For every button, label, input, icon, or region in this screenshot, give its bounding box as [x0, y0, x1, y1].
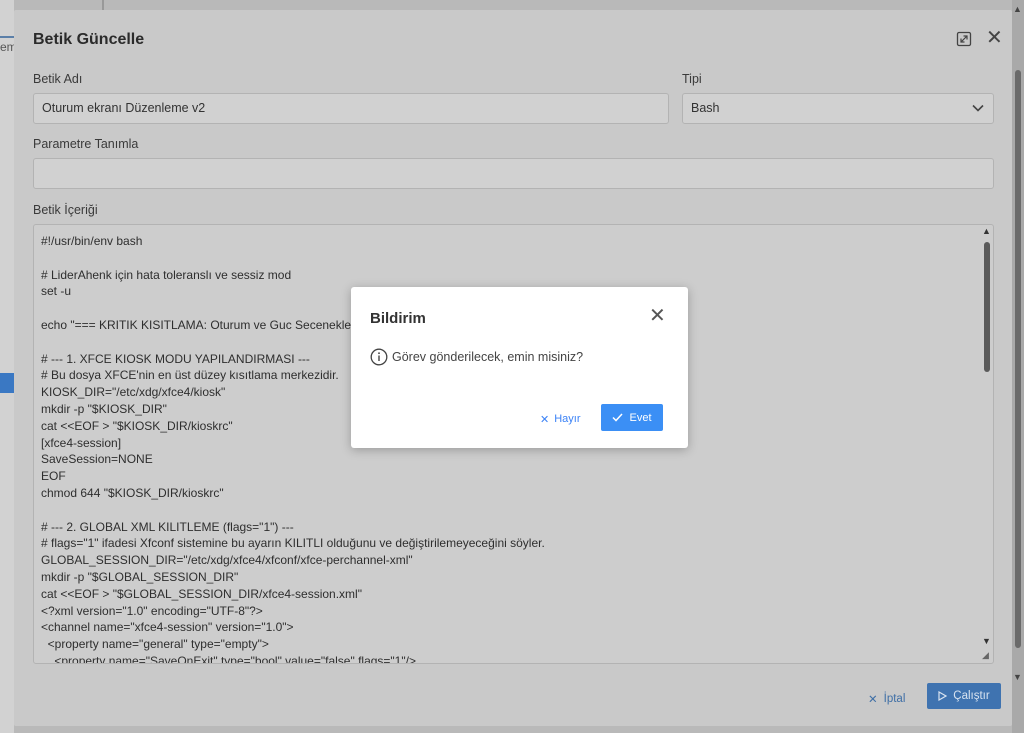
info-icon: [370, 348, 388, 366]
page-scrollbar-thumb[interactable]: [1015, 70, 1021, 648]
resize-handle-icon[interactable]: ◢: [982, 650, 989, 661]
parameter-label: Parametre Tanımla: [33, 137, 139, 151]
background-active-item: [0, 373, 14, 393]
notification-message: Görev gönderilecek, emin misiniz?: [370, 348, 583, 366]
notification-message-text: Görev gönderilecek, emin misiniz?: [392, 350, 584, 364]
cancel-button-label: İptal: [883, 693, 906, 705]
textarea-scrollbar-thumb[interactable]: [984, 242, 990, 372]
textarea-scroll-down-icon[interactable]: ▼: [982, 636, 991, 646]
background-divider: [102, 0, 104, 10]
run-button[interactable]: Çalıştır: [927, 683, 1001, 709]
type-label: Tipi: [682, 72, 702, 86]
notification-modal: Bildirim ✕ Görev gönderilecek, emin misi…: [351, 287, 688, 448]
script-name-label: Betik Adı: [33, 72, 83, 86]
background-partial-text: em: [0, 40, 14, 54]
script-content-label: Betik İçeriği: [33, 203, 98, 217]
background-tab-indicator: [0, 36, 14, 38]
yes-button-label: Evet: [629, 411, 652, 424]
type-select[interactable]: Bash: [682, 93, 994, 124]
no-button[interactable]: ✕ Hayır: [540, 407, 581, 431]
chevron-down-icon: [972, 104, 984, 112]
check-icon: [612, 413, 624, 422]
x-icon: ✕: [540, 413, 550, 426]
close-icon[interactable]: ✕: [649, 306, 666, 326]
play-icon: [938, 691, 948, 701]
script-name-input[interactable]: Oturum ekranı Düzenleme v2: [33, 93, 669, 124]
parameter-input[interactable]: [33, 158, 994, 189]
expand-icon[interactable]: [956, 31, 972, 47]
run-button-label: Çalıştır: [953, 690, 990, 702]
cancel-button[interactable]: ✕ İptal: [868, 686, 905, 712]
x-icon: ✕: [868, 694, 878, 706]
close-icon[interactable]: ✕: [986, 28, 1003, 48]
background-sidebar: [0, 0, 14, 733]
page-scroll-down-icon[interactable]: ▼: [1013, 672, 1022, 682]
textarea-scroll-up-icon[interactable]: ▲: [982, 226, 991, 236]
no-button-label: Hayır: [554, 413, 581, 425]
yes-button[interactable]: Evet: [601, 404, 663, 431]
dialog-title: Betik Güncelle: [33, 31, 145, 48]
page-scroll-up-icon[interactable]: ▲: [1013, 4, 1022, 14]
notification-title: Bildirim: [370, 310, 426, 327]
type-select-value: Bash: [691, 101, 720, 115]
